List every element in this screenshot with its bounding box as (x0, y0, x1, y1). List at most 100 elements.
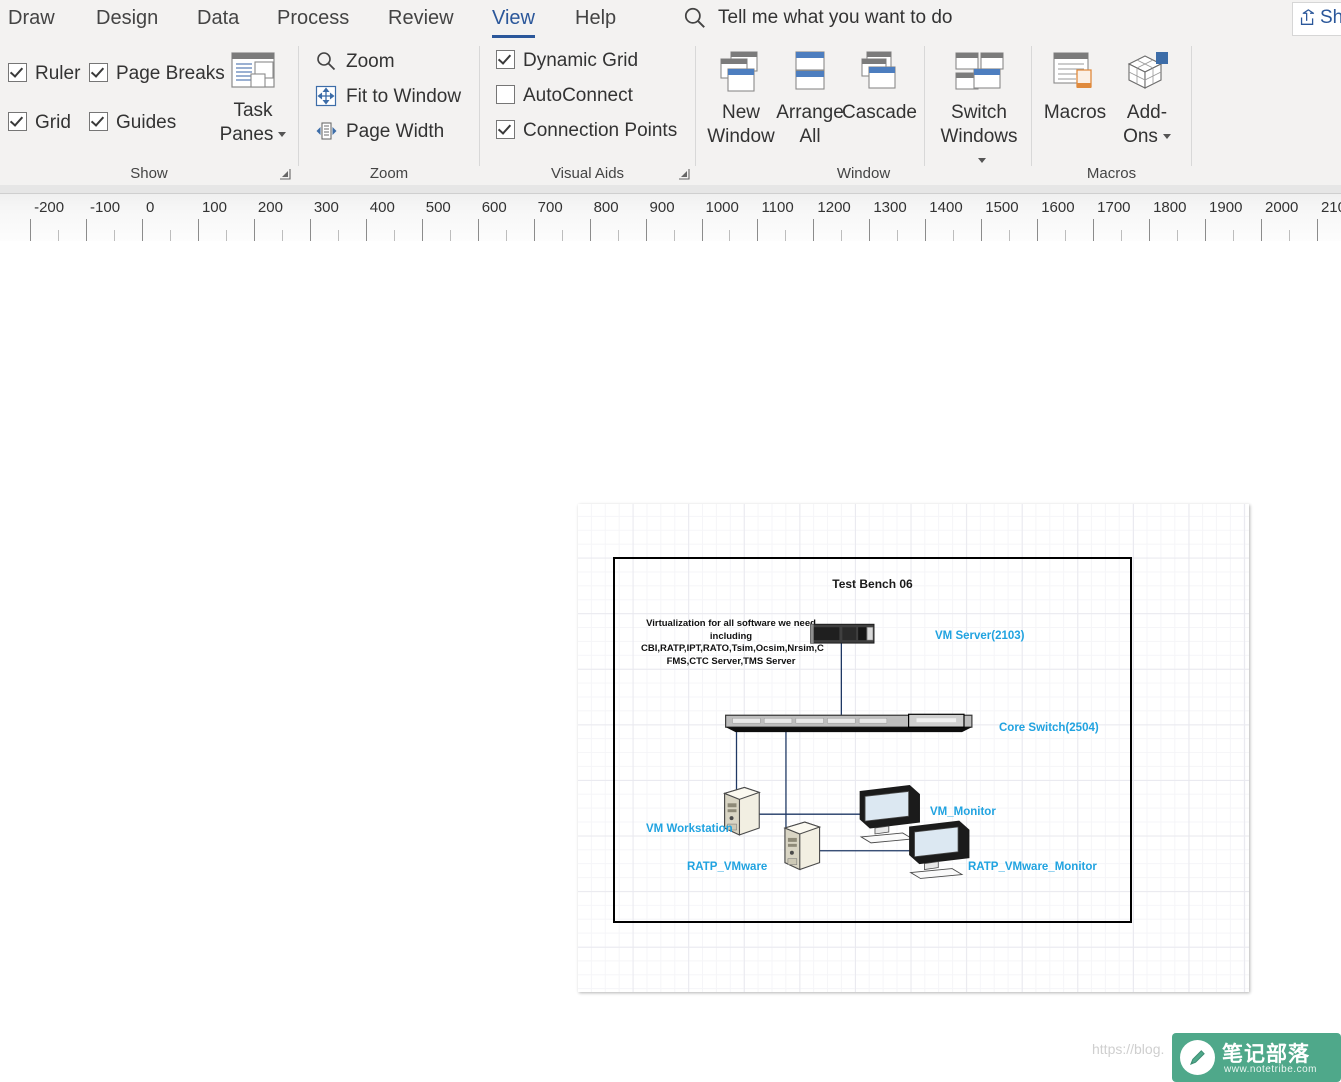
label-vm-server[interactable]: VM Server(2103) (935, 630, 1025, 642)
ruler-label: 1100 (761, 199, 794, 216)
ruler-label: 1900 (1209, 199, 1243, 216)
tower-pc-icon-ratp-vmware (783, 821, 822, 871)
chevron-down-icon[interactable] (977, 158, 986, 163)
cascade-icon (861, 51, 896, 89)
checkbox-grid[interactable]: Grid (8, 112, 71, 134)
ruler-label: 0 (146, 199, 155, 216)
checkbox-dynamic-grid[interactable]: Dynamic Grid (496, 50, 638, 72)
cascade-label-1: Cascade (842, 102, 917, 123)
checkbox-label: Page Breaks (116, 63, 225, 84)
ribbon: Draw Design Data Process Review View Hel… (0, 0, 1341, 185)
search-icon[interactable] (682, 5, 708, 31)
share-icon (1300, 9, 1315, 25)
task-panes-button[interactable]: Task Panes (216, 50, 290, 147)
ruler-tick-minor (1121, 230, 1123, 241)
chevron-down-icon[interactable] (278, 132, 287, 137)
ruler-label: 2100 (1320, 199, 1341, 216)
ruler-label: -100 (90, 199, 121, 216)
ruler-tick-major (981, 219, 983, 241)
drawing-canvas[interactable]: Test Bench 06 Virtualization for all sof… (0, 241, 1341, 1082)
tell-me-box[interactable]: Tell me what you want to do (718, 3, 952, 33)
ruler-tick-minor (1177, 230, 1179, 241)
task-panes-icon (231, 52, 275, 88)
visio-window: Draw Design Data Process Review View Hel… (0, 0, 1341, 1082)
ruler-tick-major (30, 219, 32, 241)
macros-label-1: Macros (1043, 102, 1107, 123)
label-ratp-vmware-monitor[interactable]: RATP_VMware_Monitor (968, 861, 1097, 873)
switch-windows-button[interactable]: Switch Windows (934, 50, 1024, 173)
ruler-tick-major (813, 219, 815, 241)
task-panes-label-2: Panes (219, 124, 274, 145)
switch-windows-label-2: Windows (940, 126, 1018, 147)
horizontal-ruler[interactable]: -200 -100 0 100 200 300 400 500 600 700 800 900 1000… (0, 185, 1341, 242)
new-window-label-1: New (721, 102, 760, 123)
ruler-tick-major (645, 219, 647, 241)
arrange-all-button[interactable]: Arrange All (776, 50, 844, 149)
group-label-macros: Macros (1086, 165, 1137, 182)
add-ons-icon (1127, 52, 1168, 89)
ruler-tick-minor (225, 230, 227, 241)
add-ons-label-2: Ons (1123, 126, 1158, 147)
ribbon-tabbar: Draw Design Data Process Review View Hel… (0, 0, 1341, 38)
switch-windows-label-1: Switch (951, 102, 1007, 123)
ruler-label: -200 (34, 199, 65, 216)
checkbox-page-breaks[interactable]: Page Breaks (89, 63, 225, 85)
diagram-frame[interactable]: Test Bench 06 Virtualization for all sof… (613, 557, 1132, 923)
arrange-all-label-1: Arrange (776, 102, 844, 123)
checkbox-guides[interactable]: Guides (89, 112, 176, 134)
ruler-label: 600 (481, 199, 507, 216)
task-panes-label-1: Task (233, 100, 273, 121)
page-width-label: Page Width (346, 121, 445, 142)
label-vm-workstation[interactable]: VM Workstation (646, 823, 733, 835)
macros-button[interactable]: Macros (1036, 50, 1114, 125)
ruler-top-strip (0, 185, 1341, 194)
label-core-switch[interactable]: Core Switch(2504) (999, 722, 1099, 734)
checkbox-autoconnect[interactable]: AutoConnect (496, 85, 633, 107)
label-ratp-vmware[interactable]: RATP_VMware (687, 861, 767, 873)
tab-help[interactable]: Help (575, 2, 616, 34)
share-button[interactable]: Sh (1292, 2, 1341, 36)
tab-process[interactable]: Process (277, 2, 349, 34)
ruler-label: 1000 (705, 199, 739, 216)
pencil-icon (1189, 1050, 1205, 1066)
fit-to-window-icon (315, 85, 337, 107)
chevron-down-icon[interactable] (1162, 134, 1171, 139)
group-label-zoom: Zoom (369, 165, 409, 182)
checkbox-box (89, 112, 108, 131)
tab-draw[interactable]: Draw (8, 2, 55, 34)
label-vm-monitor[interactable]: VM_Monitor (930, 806, 996, 818)
checkbox-label: AutoConnect (523, 85, 633, 106)
checkbox-box (496, 50, 515, 69)
add-ons-label-1: Add- (1126, 102, 1168, 123)
new-window-icon (720, 51, 758, 92)
new-window-button[interactable]: New Window (702, 50, 780, 149)
checkbox-label: Dynamic Grid (523, 50, 639, 71)
drawing-page[interactable]: Test Bench 06 Virtualization for all sof… (578, 504, 1249, 992)
checkbox-connection-points[interactable]: Connection Points (496, 120, 677, 142)
arrange-all-icon (795, 51, 825, 90)
ruler-tick-major (869, 219, 871, 241)
fit-to-window-button[interactable]: Fit to Window (315, 85, 461, 108)
arrange-all-label-2: All (799, 126, 821, 147)
ruler-tick-major (1261, 219, 1262, 241)
ruler-label: 2000 (1265, 199, 1299, 216)
ruler-tick-major (701, 219, 703, 241)
tab-view[interactable]: View (492, 2, 535, 38)
ruler-label: 1800 (1153, 199, 1187, 216)
tab-data[interactable]: Data (197, 2, 239, 34)
cascade-button[interactable]: Cascade (842, 50, 917, 125)
page-width-button[interactable]: Page Width (315, 120, 444, 143)
tab-design[interactable]: Design (96, 2, 158, 34)
checkbox-ruler[interactable]: Ruler (8, 63, 80, 85)
ruler-label: 400 (369, 199, 395, 216)
watermark-url: https://blog. (1092, 1041, 1165, 1057)
zoom-button[interactable]: Zoom (315, 50, 395, 73)
ruler-label: 200 (257, 199, 283, 216)
add-ons-button[interactable]: Add- Ons (1112, 50, 1182, 149)
checkbox-box (8, 63, 27, 82)
ruler-label: 1700 (1097, 199, 1131, 216)
ruler-tick-major (1149, 219, 1151, 241)
tab-review[interactable]: Review (388, 2, 454, 34)
checkbox-box (8, 112, 27, 131)
checkbox-label: Grid (35, 112, 71, 133)
